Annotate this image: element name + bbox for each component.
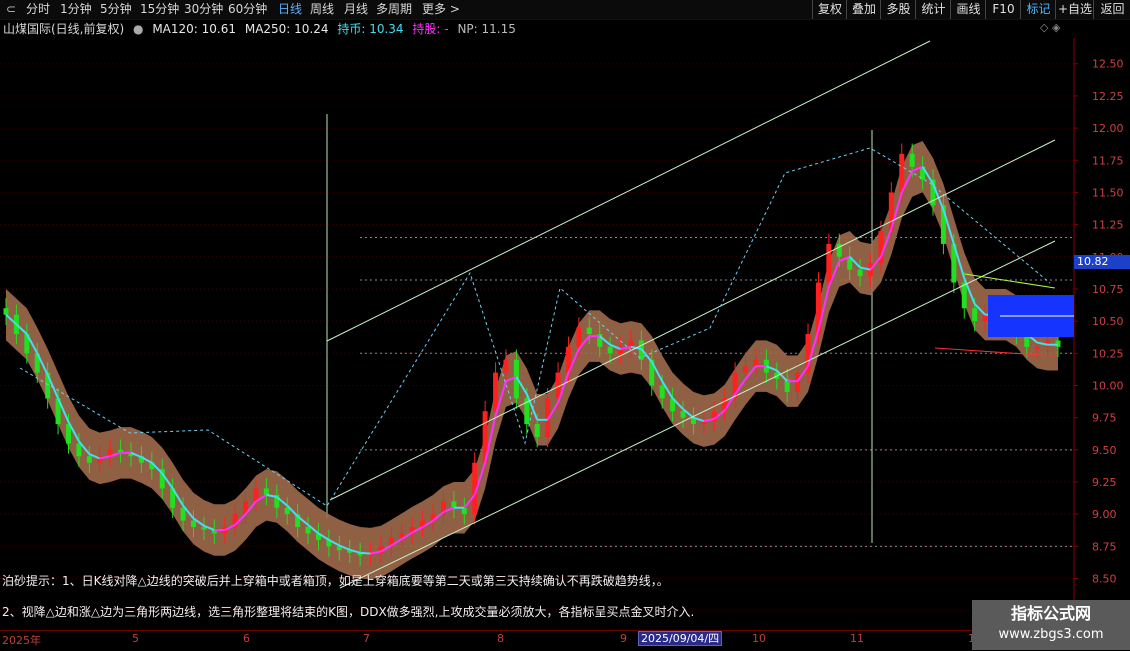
channel-line — [326, 40, 931, 342]
ma120-label: MA120: 10.61 — [152, 22, 237, 36]
period-tab-5[interactable]: 60分钟 — [228, 0, 267, 19]
candle-body — [1055, 340, 1061, 347]
y-tick-label: 10.50 — [1092, 315, 1124, 328]
toolbar-button-3[interactable]: 统计 — [915, 0, 951, 19]
candle-body — [576, 327, 582, 347]
toolbar-button-2[interactable]: 多股 — [880, 0, 916, 19]
candle-body — [826, 243, 832, 283]
y-tick-label: 9.25 — [1092, 476, 1117, 489]
candle-body — [305, 527, 311, 534]
info-bar: 山煤国际(日线,前复权) ● MA120: 10.61 MA250: 10.24… — [0, 20, 521, 38]
candle-body — [607, 346, 613, 354]
y-tick-label: 11.50 — [1092, 186, 1124, 199]
candle-body — [190, 520, 196, 528]
y-tick-label: 12.25 — [1092, 90, 1124, 103]
current-price-badge: 10.82 — [1074, 255, 1130, 269]
month-label-3: 8 — [497, 632, 504, 645]
candle-body — [857, 269, 863, 277]
candle-body — [1034, 346, 1040, 349]
toolbar-button-5[interactable]: F10 — [985, 0, 1021, 19]
period-tab-6[interactable]: 日线 — [278, 0, 302, 19]
period-tab-3[interactable]: 15分钟 — [140, 0, 179, 19]
toolbar-button-0[interactable]: 复权 — [812, 0, 847, 19]
candle-body — [628, 340, 634, 347]
date-axis — [0, 630, 1130, 651]
y-tick-label: 8.75 — [1092, 540, 1117, 553]
candle-body — [972, 308, 978, 322]
date-start: 2025年 — [2, 634, 41, 647]
chibi-label: 持币: 10.34 — [337, 22, 404, 36]
back-arrow-icon[interactable]: ⊂ — [6, 0, 16, 19]
y-tick-label: 11.25 — [1092, 219, 1124, 232]
month-label-1: 6 — [243, 632, 250, 645]
toolbar-button-1[interactable]: 叠加 — [846, 0, 881, 19]
candle-body — [180, 507, 186, 521]
candle-body — [76, 443, 82, 457]
candle-body — [659, 385, 665, 399]
period-tab-0[interactable]: 分时 — [26, 0, 50, 19]
candle-body — [795, 372, 801, 392]
kline-chart[interactable]: 12.5012.2512.0011.7511.5011.2511.0010.75… — [0, 38, 1130, 630]
ma250-label: MA250: 10.24 — [244, 22, 329, 36]
ma-line — [360, 551, 371, 555]
y-tick-label: 9.00 — [1092, 508, 1117, 521]
y-tick-label: 12.00 — [1092, 122, 1124, 135]
month-label-4: 9 — [620, 632, 627, 645]
channel-line — [339, 240, 1056, 589]
y-tick-label: 11.75 — [1092, 154, 1124, 167]
y-tick-label: 9.50 — [1092, 444, 1117, 457]
selected-date: 2025/09/04/四 — [638, 631, 723, 646]
toolbar-button-7[interactable]: +自选 — [1055, 0, 1094, 19]
y-tick-label: 12.50 — [1092, 58, 1124, 71]
y-tick-label: 9.75 — [1092, 412, 1117, 425]
month-label-2: 7 — [363, 632, 370, 645]
month-label-0: 5 — [132, 632, 139, 645]
y-tick-label: 10.75 — [1092, 283, 1124, 296]
month-label-6: 11 — [850, 632, 864, 645]
candle-body — [3, 308, 9, 315]
period-tab-1[interactable]: 1分钟 — [60, 0, 92, 19]
watermark: 指标公式网 www.zbgs3.com — [972, 600, 1130, 650]
settings-icon[interactable]: ● — [133, 22, 143, 36]
y-tick-label: 10.25 — [1092, 347, 1124, 360]
candle-body — [586, 327, 592, 334]
period-tab-8[interactable]: 月线 — [344, 0, 368, 19]
period-tab-4[interactable]: 30分钟 — [184, 0, 223, 19]
month-label-5: 10 — [752, 632, 766, 645]
toolbar-button-4[interactable]: 画线 — [950, 0, 986, 19]
np-label: NP: 11.15 — [457, 22, 516, 36]
period-tab-7[interactable]: 周线 — [310, 0, 334, 19]
candle-body — [743, 366, 749, 373]
band-area — [6, 140, 1058, 580]
period-tab-9[interactable]: 多周期 — [376, 0, 412, 19]
channel-line — [329, 139, 1056, 501]
candle-body — [503, 359, 509, 373]
y-tick-label: 8.50 — [1092, 573, 1117, 586]
candle-body — [86, 456, 92, 463]
toolbar-button-6[interactable]: 标记 — [1020, 0, 1056, 19]
candle-body — [493, 372, 499, 412]
note-line-1: 泊砂提示：1、日K线对降△边线的突破后并上穿箱中或者箱顶，如是上穿箱底要等第二天… — [2, 574, 669, 588]
candle-body — [263, 488, 269, 495]
note-line-2: 2、视降△边和涨△边为三角形两边线，选三角形整理将结束的K图，DDX做多强烈,上… — [2, 605, 695, 619]
period-tab-10[interactable]: 更多 > — [422, 0, 460, 19]
candle-body — [701, 421, 707, 425]
layout-toggle-icon[interactable]: ◇ ◈ — [1040, 21, 1060, 34]
stock-name[interactable]: 山煤国际(日线,前复权) — [3, 22, 124, 36]
candle-body — [399, 533, 405, 538]
watermark-url: www.zbgs3.com — [998, 627, 1104, 642]
toolbar: ⊂ 分时 1分钟 5分钟 15分钟 30分钟 60分钟 日线 周线 月线 多周期 更多 > 复权 叠加… — [0, 0, 1130, 20]
period-tab-2[interactable]: 5分钟 — [100, 0, 132, 19]
candle-body — [534, 424, 540, 437]
y-tick-label: 10.00 — [1092, 379, 1124, 392]
candle-body — [680, 411, 686, 418]
watermark-title: 指标公式网 — [1010, 604, 1091, 623]
chigu-label: 持股: - — [412, 22, 449, 36]
candle-body — [909, 153, 915, 167]
toolbar-button-8[interactable]: 返回 — [1093, 0, 1130, 19]
